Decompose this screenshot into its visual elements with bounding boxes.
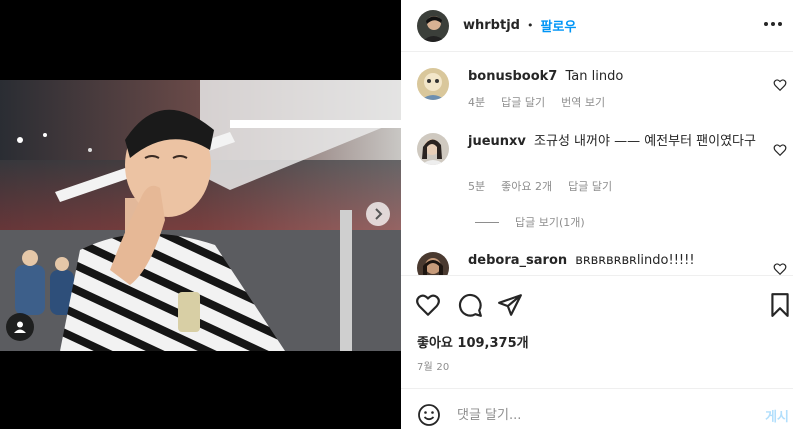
- comment-meta: 4분 답글 달기 번역 보기: [468, 94, 605, 110]
- comment-content: Tan lindo: [565, 69, 624, 84]
- post-media: [0, 0, 401, 429]
- commenter-avatar[interactable]: [417, 252, 449, 275]
- heart-icon[interactable]: [415, 292, 441, 318]
- post-date[interactable]: 7월 20: [417, 358, 449, 373]
- comment-username[interactable]: bonusbook7: [468, 69, 557, 84]
- reply-button[interactable]: 답글 달기: [501, 94, 545, 110]
- comment-input[interactable]: [457, 401, 737, 429]
- reply-button[interactable]: 답글 달기: [568, 178, 612, 194]
- comment-content: 조규성 내꺼야 —— 예전부터 팬이였다구: [534, 134, 756, 149]
- comment-time[interactable]: 5분: [468, 178, 485, 194]
- bookmark-icon[interactable]: [767, 292, 793, 318]
- replies-divider: [475, 221, 499, 223]
- comment-like-heart-icon[interactable]: [773, 78, 787, 92]
- comment-text: jueunxv 조규성 내꺼야 —— 예전부터 팬이였다구: [468, 133, 766, 151]
- separator-dot: •: [526, 19, 534, 32]
- comment-content: ʙʀʙʀʙʀʙʀlindo!!!!!: [575, 253, 695, 268]
- post-actions: [401, 288, 793, 324]
- comment-text: debora_saron ʙʀʙʀʙʀʙʀlindo!!!!!: [468, 252, 766, 270]
- more-options-icon[interactable]: [759, 12, 787, 36]
- like-count[interactable]: 좋아요 109,375개: [417, 332, 529, 351]
- commenter-avatar[interactable]: [417, 68, 449, 100]
- comment-item: bonusbook7 Tan lindo 4분 답글 달기 번역 보기: [417, 68, 787, 128]
- post-sidebar: whrbtjd • 팔로우 bonusbook7 Tan lindo 4분 답글…: [401, 0, 793, 429]
- comment-like-heart-icon[interactable]: [773, 143, 787, 157]
- comment-username[interactable]: jueunxv: [468, 134, 526, 149]
- post-comment-button[interactable]: 게시: [765, 406, 789, 425]
- add-comment-bar: 게시: [401, 388, 793, 429]
- post-header: whrbtjd • 팔로우: [401, 0, 793, 52]
- author-avatar[interactable]: [417, 9, 449, 42]
- comment-likes[interactable]: 좋아요 2개: [501, 178, 552, 194]
- comment-text: bonusbook7 Tan lindo: [468, 68, 766, 86]
- send-icon[interactable]: [497, 292, 523, 318]
- next-image-button[interactable]: [366, 202, 390, 226]
- comment-item: debora_saron ʙʀʙʀʙʀʙʀlindo!!!!!: [417, 252, 787, 276]
- follow-button[interactable]: 팔로우: [540, 16, 576, 35]
- translate-button[interactable]: 번역 보기: [561, 94, 605, 110]
- user-icon: [14, 321, 26, 333]
- comment-time[interactable]: 4분: [468, 94, 485, 110]
- view-replies-label: 답글 보기(1개): [515, 216, 585, 229]
- tagged-users-button[interactable]: [6, 313, 34, 341]
- commenter-avatar[interactable]: [417, 133, 449, 165]
- comment-username[interactable]: debora_saron: [468, 253, 567, 268]
- comment-like-heart-icon[interactable]: [773, 262, 787, 276]
- chevron-right-icon: [375, 208, 383, 220]
- comments-list[interactable]: bonusbook7 Tan lindo 4분 답글 달기 번역 보기 jueu…: [401, 52, 793, 276]
- view-replies-button[interactable]: 답글 보기(1개): [475, 214, 585, 230]
- comment-meta: 5분 좋아요 2개 답글 달기: [468, 178, 612, 194]
- post-photo[interactable]: [0, 80, 401, 351]
- smile-icon[interactable]: [417, 403, 441, 427]
- comment-icon[interactable]: [457, 292, 483, 318]
- author-username[interactable]: whrbtjd: [463, 18, 520, 33]
